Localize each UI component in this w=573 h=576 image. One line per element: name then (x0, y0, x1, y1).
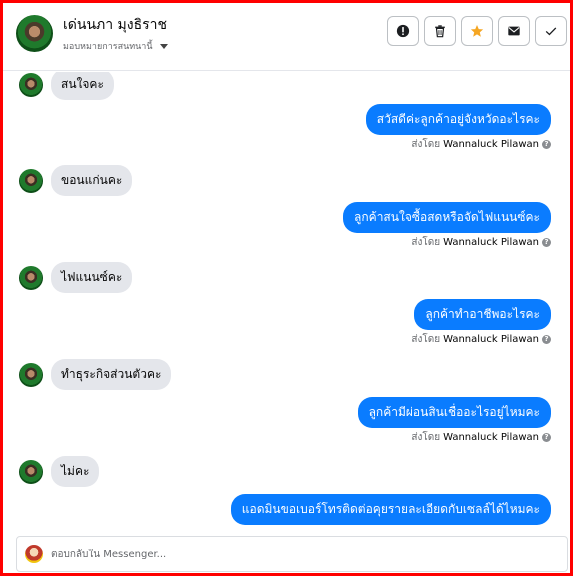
sent-by-label: ส่งโดย (411, 334, 441, 345)
assign-conversation-dropdown[interactable]: มอบหมายการสนทนานี้ (63, 39, 168, 53)
sent-by-label: ส่งโดย (411, 139, 441, 150)
check-icon (545, 27, 557, 36)
contact-avatar-small (19, 459, 43, 484)
star-icon (470, 25, 484, 37)
incoming-message: สนใจคะ (19, 72, 114, 100)
help-icon[interactable]: ? (542, 140, 551, 149)
page-avatar-icon (25, 545, 43, 563)
message-thread[interactable]: สนใจคะ สวัสดีค่ะลูกค้าอยู่จังหวัดอะไรคะ … (3, 72, 570, 532)
trash-icon (435, 25, 445, 38)
help-icon[interactable]: ? (542, 433, 551, 442)
message-bubble[interactable]: ขอนแก่นคะ (51, 165, 133, 196)
sent-by-label: ส่งโดย (411, 432, 441, 443)
help-icon[interactable]: ? (542, 238, 551, 247)
contact-avatar-small (19, 265, 43, 290)
conversation-header: เด่นนภา มุงธิราช มอบหมายการสนทนานี้ (3, 3, 570, 71)
sent-by-line: ส่งโดย Wannaluck Pilawan ? (411, 235, 551, 250)
message-bubble[interactable]: ไฟแนนซ์คะ (51, 262, 133, 293)
outgoing-message: สวัสดีค่ะลูกค้าอยู่จังหวัดอะไรคะ (365, 104, 551, 135)
contact-avatar-small (19, 72, 43, 97)
message-bubble[interactable]: ลูกค้ามีผ่อนสินเชื่ออะไรอยู่ไหมคะ (357, 397, 551, 428)
message-bubble[interactable]: ลูกค้าทำอาชีพอะไรคะ (414, 299, 551, 330)
reply-input[interactable] (51, 548, 531, 560)
mark-unread-button[interactable] (498, 16, 530, 46)
sent-by-line: ส่งโดย Wannaluck Pilawan ? (411, 430, 551, 445)
help-icon[interactable]: ? (542, 335, 551, 344)
contact-avatar-small (19, 168, 43, 193)
message-bubble[interactable]: แอดมินขอเบอร์โทรติดต่อคุยรายละเอียดกับเซ… (230, 494, 551, 525)
message-bubble[interactable]: ลูกค้าสนใจซื้อสดหรือจัดไฟแนนซ์คะ (343, 202, 551, 233)
reply-box (16, 536, 568, 572)
message-bubble[interactable]: ไม่คะ (51, 456, 100, 487)
contact-avatar[interactable] (16, 15, 53, 52)
incoming-message: ขอนแก่นคะ (19, 165, 133, 196)
incoming-message: ทำธุระกิจส่วนตัวคะ (19, 359, 172, 390)
delete-button[interactable] (424, 16, 456, 46)
outgoing-message: ลูกค้ามีผ่อนสินเชื่ออะไรอยู่ไหมคะ (357, 397, 551, 428)
outgoing-message: แอดมินขอเบอร์โทรติดต่อคุยรายละเอียดกับเซ… (230, 494, 551, 525)
mark-done-button[interactable] (535, 16, 567, 46)
header-actions (387, 16, 567, 46)
sent-by-line: ส่งโดย Wannaluck Pilawan ? (411, 332, 551, 347)
spam-button[interactable] (387, 16, 419, 46)
outgoing-message: ลูกค้าสนใจซื้อสดหรือจัดไฟแนนซ์คะ (343, 202, 551, 233)
message-bubble[interactable]: ทำธุระกิจส่วนตัวคะ (51, 359, 172, 390)
incoming-message: ไฟแนนซ์คะ (19, 262, 133, 293)
sender-name: Wannaluck Pilawan (443, 139, 539, 150)
sender-name: Wannaluck Pilawan (443, 237, 539, 248)
follow-up-button[interactable] (461, 16, 493, 46)
caret-down-icon (159, 43, 168, 49)
sender-name: Wannaluck Pilawan (443, 432, 539, 443)
outgoing-message: ลูกค้าทำอาชีพอะไรคะ (414, 299, 551, 330)
envelope-icon (508, 26, 520, 36)
incoming-message: ไม่คะ (19, 456, 100, 487)
sent-by-label: ส่งโดย (411, 237, 441, 248)
contact-avatar-small (19, 362, 43, 387)
sender-name: Wannaluck Pilawan (443, 334, 539, 345)
sent-by-line: ส่งโดย Wannaluck Pilawan ? (411, 137, 551, 152)
contact-name[interactable]: เด่นนภา มุงธิราช (63, 14, 167, 36)
alert-icon (396, 24, 410, 38)
assign-label: มอบหมายการสนทนานี้ (63, 42, 153, 52)
message-bubble[interactable]: สนใจคะ (51, 72, 114, 100)
message-bubble[interactable]: สวัสดีค่ะลูกค้าอยู่จังหวัดอะไรคะ (365, 104, 551, 135)
